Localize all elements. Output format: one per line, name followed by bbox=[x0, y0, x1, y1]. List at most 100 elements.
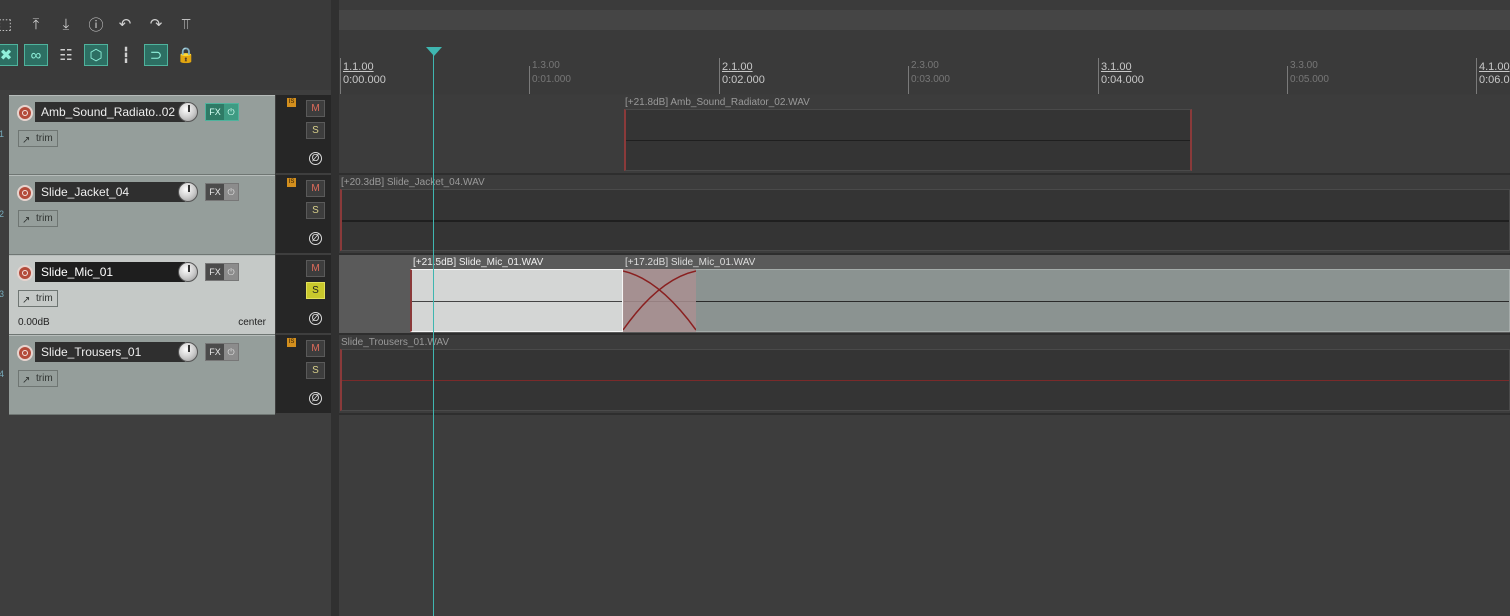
track-name-field[interactable]: Amb_Sound_Radiato..02 bbox=[35, 102, 185, 122]
track-name-field[interactable]: Slide_Trousers_01 bbox=[35, 342, 185, 362]
track-lane-4[interactable]: Slide_Trousers_01.WAV bbox=[339, 335, 1510, 415]
power-icon: ⏻ bbox=[224, 184, 238, 200]
fx-button[interactable]: FX ⏻ bbox=[205, 103, 239, 121]
record-arm-button[interactable] bbox=[17, 265, 33, 281]
phase-invert-button[interactable]: Ø bbox=[309, 312, 322, 325]
track-panel-2[interactable]: Slide_Jacket_04 FX ⏻ ↗ trim bbox=[9, 175, 275, 255]
playhead-marker-icon[interactable] bbox=[426, 47, 442, 56]
playhead-cursor[interactable] bbox=[433, 48, 434, 616]
mute-button[interactable]: M bbox=[306, 180, 325, 197]
new-project-icon[interactable]: ⬚ bbox=[0, 13, 16, 35]
ruler-time-label: 0:00.000 bbox=[343, 74, 386, 86]
trim-envelope-button[interactable]: ↗ trim bbox=[18, 290, 58, 307]
ruler-tick bbox=[1098, 58, 1099, 94]
track-lane-3[interactable]: [+21.5dB] Slide_Mic_01.WAV [+17.2dB] Sli… bbox=[339, 255, 1510, 335]
envelope-icon: ↗ bbox=[22, 295, 31, 306]
ruler-tick bbox=[340, 58, 341, 94]
trim-envelope-button[interactable]: ↗ trim bbox=[18, 210, 58, 227]
timeline-ruler[interactable]: 1.1.00 0:00.000 1.3.00 0:01.000 2.1.00 0… bbox=[339, 30, 1510, 94]
main-toolbar: ⬚ ⤒ ⤓ ⓘ ↶ ↷ ⫪ ✖ ∞ ☷ ⬡ ┇ ⊃ 🔒 bbox=[0, 0, 338, 90]
volume-readout: 0.00dB bbox=[18, 317, 50, 328]
power-icon: ⏻ bbox=[224, 264, 238, 280]
power-icon: ⏻ bbox=[224, 344, 238, 360]
ruler-time-label: 0:06.0 bbox=[1479, 74, 1510, 86]
fx-button[interactable]: FX ⏻ bbox=[205, 183, 239, 201]
track-buttons-column: IS M S Ø bbox=[276, 335, 332, 413]
record-arm-button[interactable] bbox=[17, 105, 33, 121]
volume-knob[interactable] bbox=[178, 262, 198, 282]
input-status-badge: IS bbox=[287, 338, 296, 347]
grid-icon[interactable]: ☷ bbox=[55, 44, 77, 66]
track-lane-2[interactable]: [+20.3dB] Slide_Jacket_04.WAV bbox=[339, 175, 1510, 255]
item-grouping-icon[interactable]: ∞ bbox=[24, 44, 48, 66]
waveform bbox=[342, 380, 1509, 381]
solo-button[interactable]: S bbox=[306, 362, 325, 379]
track-panel-4[interactable]: Slide_Trousers_01 FX ⏻ ↗ trim bbox=[9, 335, 275, 415]
arrange-empty-area[interactable] bbox=[339, 415, 1510, 616]
lock-icon[interactable]: 🔒 bbox=[175, 44, 197, 66]
tcp-divider[interactable] bbox=[331, 0, 339, 616]
ruler-time-label: 0:02.000 bbox=[722, 74, 765, 86]
fx-label: FX bbox=[206, 104, 224, 120]
track-number: 1 bbox=[0, 129, 5, 139]
phase-invert-button[interactable]: Ø bbox=[309, 152, 322, 165]
track-lane-1[interactable]: [+21.8dB] Amb_Sound_Radiator_02.WAV bbox=[339, 95, 1510, 175]
fx-button[interactable]: FX ⏻ bbox=[205, 343, 239, 361]
track-name-field[interactable]: Slide_Mic_01 bbox=[35, 262, 185, 282]
mute-button[interactable]: M bbox=[306, 260, 325, 277]
trim-label: trim bbox=[36, 213, 53, 224]
ripple-edit-icon[interactable]: ✖ bbox=[0, 44, 18, 66]
media-item[interactable] bbox=[340, 189, 1510, 251]
trim-envelope-button[interactable]: ↗ trim bbox=[18, 370, 58, 387]
ruler-bar-label: 1.3.00 bbox=[532, 60, 560, 71]
volume-knob[interactable] bbox=[178, 182, 198, 202]
mute-button[interactable]: M bbox=[306, 100, 325, 117]
track-buttons-column: IS M S Ø bbox=[276, 95, 332, 173]
crossfade-region[interactable] bbox=[623, 269, 696, 332]
item-label: [+21.8dB] Amb_Sound_Radiator_02.WAV bbox=[625, 97, 810, 108]
ruler-time-label: 0:03.000 bbox=[911, 74, 950, 85]
track-buttons-column: IS M S Ø bbox=[276, 175, 332, 253]
solo-button[interactable]: S bbox=[306, 202, 325, 219]
undo-icon[interactable]: ↶ bbox=[114, 13, 136, 35]
item-label: [+17.2dB] Slide_Mic_01.WAV bbox=[625, 257, 756, 268]
volume-knob[interactable] bbox=[178, 102, 198, 122]
metronome-icon[interactable]: ⫪ bbox=[175, 13, 197, 35]
trim-label: trim bbox=[36, 373, 53, 384]
phase-invert-button[interactable]: Ø bbox=[309, 392, 322, 405]
trim-envelope-button[interactable]: ↗ trim bbox=[18, 130, 58, 147]
ruler-tick bbox=[529, 66, 530, 94]
track-number: 3 bbox=[0, 289, 5, 299]
solo-button[interactable]: S bbox=[306, 282, 325, 299]
media-item[interactable] bbox=[623, 269, 1510, 332]
ruler-bar-label: 3.3.00 bbox=[1290, 60, 1318, 71]
ruler-tick bbox=[1287, 66, 1288, 94]
ruler-bar-label: 2.1.00 bbox=[722, 61, 753, 73]
solo-button[interactable]: S bbox=[306, 122, 325, 139]
save-project-icon[interactable]: ⤓ bbox=[55, 13, 77, 35]
track-panel-3[interactable]: Slide_Mic_01 FX ⏻ ↗ trim 0.00dB center bbox=[9, 255, 275, 335]
media-item-selected[interactable] bbox=[410, 269, 623, 332]
record-arm-button[interactable] bbox=[17, 345, 33, 361]
fx-button[interactable]: FX ⏻ bbox=[205, 263, 239, 281]
phase-invert-button[interactable]: Ø bbox=[309, 232, 322, 245]
pan-readout: center bbox=[238, 317, 266, 328]
open-project-icon[interactable]: ⤒ bbox=[25, 13, 47, 35]
marker-lane[interactable] bbox=[339, 10, 1510, 30]
envelope-lock-icon[interactable]: ⬡ bbox=[84, 44, 108, 66]
media-item[interactable] bbox=[340, 349, 1510, 411]
track-name-field[interactable]: Slide_Jacket_04 bbox=[35, 182, 185, 202]
envelope-icon: ↗ bbox=[22, 375, 31, 386]
project-settings-icon[interactable]: ⓘ bbox=[85, 13, 107, 35]
ruler-bar-label: 3.1.00 bbox=[1101, 61, 1132, 73]
track-panel-1[interactable]: Amb_Sound_Radiato..02 FX ⏻ ↗ trim bbox=[9, 95, 275, 175]
waveform bbox=[342, 220, 1509, 222]
item-label: [+20.3dB] Slide_Jacket_04.WAV bbox=[341, 177, 485, 188]
snap-lines-icon[interactable]: ┇ bbox=[115, 44, 137, 66]
volume-knob[interactable] bbox=[178, 342, 198, 362]
record-arm-button[interactable] bbox=[17, 185, 33, 201]
media-item[interactable] bbox=[624, 109, 1192, 171]
snap-icon[interactable]: ⊃ bbox=[144, 44, 168, 66]
redo-icon[interactable]: ↷ bbox=[145, 13, 167, 35]
mute-button[interactable]: M bbox=[306, 340, 325, 357]
